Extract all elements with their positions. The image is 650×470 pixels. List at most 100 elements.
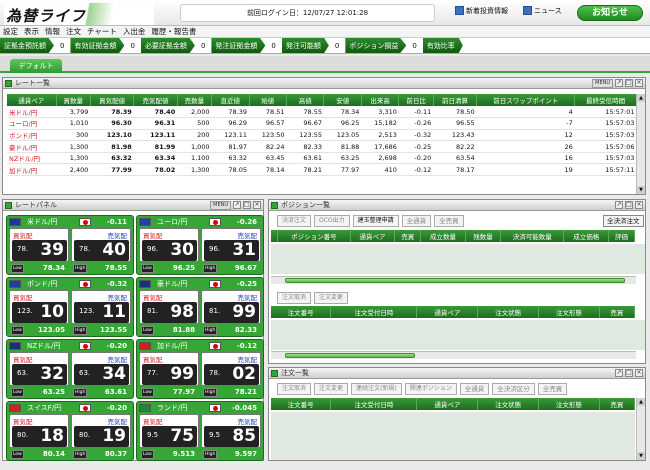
rate-card[interactable]: 加ドル/円 -0.12 買気配 77. 99 売気配 78. 02 Low 77.97 High 78…: [136, 339, 264, 399]
menu-view[interactable]: 表示: [21, 26, 42, 38]
scroll-thumb[interactable]: [285, 278, 625, 283]
column-header[interactable]: 売買: [599, 306, 636, 318]
buy-button[interactable]: 売気配 80. 19: [71, 414, 131, 448]
buy-button[interactable]: 売気配 78. 02: [201, 352, 261, 386]
column-header[interactable]: 成立数量: [420, 230, 466, 242]
column-header[interactable]: 始値: [249, 94, 288, 106]
settle-type-select[interactable]: 全決済区分: [492, 383, 535, 395]
column-header[interactable]: 売買: [394, 230, 422, 242]
rate-card[interactable]: ポンド/円 -0.32 買気配 123. 10 売気配 123. 11 Low 123.05 Hig…: [6, 277, 134, 337]
column-header[interactable]: 最終受信時間: [574, 94, 637, 106]
maximize-icon[interactable]: □: [625, 369, 633, 377]
column-header[interactable]: 決済可能数量: [500, 230, 565, 242]
column-header[interactable]: 売買: [599, 398, 636, 410]
settle-all-button[interactable]: 全決済注文: [603, 215, 644, 227]
rate-list-menu-button[interactable]: MENU: [592, 79, 613, 88]
column-header[interactable]: 買数量: [56, 94, 91, 106]
rate-card[interactable]: NZドル/円 -0.20 買気配 63. 32 売気配 63. 34 Low 63.25 High 6…: [6, 339, 134, 399]
sell-button[interactable]: 買気配 77. 99: [139, 352, 199, 386]
close-icon[interactable]: ×: [635, 201, 643, 209]
notice-button[interactable]: お知らせ: [577, 5, 643, 21]
sell-button[interactable]: 買気配 63. 32: [9, 352, 69, 386]
column-header[interactable]: 成立価格: [563, 230, 610, 242]
rate-card[interactable]: 豪ドル/円 -0.25 買気配 81. 98 売気配 81. 99 Low 81.88 High 82…: [136, 277, 264, 337]
sell-button[interactable]: 買気配 78. 39: [9, 228, 69, 262]
order-hscroll[interactable]: [271, 351, 636, 359]
sell-button[interactable]: 買気配 81. 98: [139, 290, 199, 324]
position-cleanup-button[interactable]: 建玉整理申請: [352, 215, 399, 227]
table-row[interactable]: 米ドル/円 3,799 78.39 78.40 2,000 78.39 78.51 78.55…: [7, 106, 637, 119]
rate-card[interactable]: ユーロ/円 -0.26 買気配 96. 30 売気配 96. 31 Low 96.25 High 96…: [136, 215, 264, 275]
column-header[interactable]: 前日清算: [433, 94, 478, 106]
column-header[interactable]: 注文受付日時: [330, 306, 418, 318]
menu-info[interactable]: 情報: [42, 26, 63, 38]
table-row[interactable]: 加ドル/円 2,400 77.99 78.02 1,300 78.05 78.14 78.21…: [7, 163, 637, 177]
column-header[interactable]: 直近値: [211, 94, 250, 106]
close-icon[interactable]: ×: [253, 201, 261, 209]
column-header[interactable]: 売数量: [177, 94, 213, 106]
column-header[interactable]: 売気配値: [133, 94, 178, 106]
sell-button[interactable]: 買気配 123. 10: [9, 290, 69, 324]
buy-button[interactable]: 売気配 96. 31: [201, 228, 261, 262]
rate-card[interactable]: 米ドル/円 -0.11 買気配 78. 39 売気配 78. 40 Low 78.34 High 78…: [6, 215, 134, 275]
oco-output-button[interactable]: OCO出力: [314, 215, 350, 227]
continuous-order-button[interactable]: 連続注文(新規): [351, 383, 402, 395]
buysell-select[interactable]: 全売買: [434, 215, 464, 227]
menu-deposit[interactable]: 入出金: [120, 26, 149, 38]
column-header[interactable]: 前日比: [398, 94, 434, 106]
related-position-button[interactable]: 関連ポジション: [404, 383, 457, 395]
investment-news-link[interactable]: 新着投資情報: [455, 6, 508, 16]
column-header[interactable]: 注文番号: [271, 306, 332, 318]
column-header[interactable]: 高値: [286, 94, 325, 106]
order-cancel-button[interactable]: 注文取消: [277, 292, 312, 304]
menu-settings[interactable]: 設定: [0, 26, 21, 38]
buy-button[interactable]: 売気配 9.5 85: [201, 414, 261, 448]
order-buysell-select[interactable]: 全売買: [537, 383, 568, 395]
column-header[interactable]: 注文状態: [477, 398, 539, 410]
position-hscroll[interactable]: [271, 276, 636, 284]
column-header[interactable]: 通貨ペア: [416, 306, 479, 318]
column-header[interactable]: 安値: [323, 94, 362, 106]
sell-button[interactable]: 買気配 96. 30: [139, 228, 199, 262]
column-header[interactable]: 通貨ペア: [7, 94, 57, 106]
table-row[interactable]: NZドル/円 1,300 63.32 63.34 1,100 63.32 63.45 63.6…: [7, 152, 637, 165]
buy-button[interactable]: 売気配 81. 99: [201, 290, 261, 324]
rate-panel-menu-button[interactable]: MENU: [210, 201, 231, 210]
table-row[interactable]: ポンド/円 300 123.10 123.11 200 123.11 123.50 123.5…: [7, 129, 637, 142]
column-header[interactable]: 評価: [608, 230, 635, 242]
scroll-thumb[interactable]: [285, 353, 415, 358]
order-currency-select[interactable]: 全通貨: [459, 383, 490, 395]
popout-icon[interactable]: ↗: [615, 79, 623, 87]
maximize-icon[interactable]: □: [625, 201, 633, 209]
column-header[interactable]: 注文形態: [538, 306, 600, 318]
scroll-up-icon[interactable]: ▲: [637, 94, 645, 102]
column-header[interactable]: 注文形態: [538, 398, 600, 410]
column-header[interactable]: 買気配値: [90, 94, 135, 106]
news-link[interactable]: ニュース: [523, 6, 562, 16]
buy-button[interactable]: 売気配 78. 40: [71, 228, 131, 262]
scroll-down-icon[interactable]: ▼: [637, 452, 645, 460]
rate-list-scrollbar[interactable]: ▲ ▼: [636, 94, 645, 194]
menu-order[interactable]: 注文: [63, 26, 84, 38]
table-row[interactable]: ユーロ/円 1,010 96.30 96.31 500 96.29 96.57 96.67 96…: [7, 117, 637, 130]
currency-select[interactable]: 全通貨: [401, 215, 432, 227]
buy-button[interactable]: 売気配 63. 34: [71, 352, 131, 386]
rate-card[interactable]: ランド/円 -0.045 買気配 9.5 75 売気配 9.5 85 Low 9.513 High 9…: [136, 401, 264, 461]
column-header[interactable]: 注文受付日時: [330, 398, 418, 410]
menu-chart[interactable]: チャート: [84, 26, 120, 38]
column-header[interactable]: 残数量: [465, 230, 502, 242]
order-vscroll[interactable]: ▲ ▼: [636, 398, 645, 460]
column-header[interactable]: 注文状態: [477, 306, 539, 318]
column-header[interactable]: ポジション番号: [277, 230, 351, 242]
sell-button[interactable]: 買気配 9.5 75: [139, 414, 199, 448]
order-change-button[interactable]: 注文変更: [314, 292, 349, 304]
menu-history[interactable]: 履歴・報告書: [148, 26, 199, 38]
column-header[interactable]: 前日スワップポイント: [476, 94, 576, 106]
maximize-icon[interactable]: □: [243, 201, 251, 209]
column-header[interactable]: 注文番号: [271, 398, 332, 410]
popout-icon[interactable]: ↗: [615, 201, 623, 209]
popout-icon[interactable]: ↗: [615, 369, 623, 377]
sell-button[interactable]: 買気配 80. 18: [9, 414, 69, 448]
scroll-up-icon[interactable]: ▲: [637, 398, 645, 406]
order-change-button[interactable]: 注文変更: [314, 383, 349, 395]
